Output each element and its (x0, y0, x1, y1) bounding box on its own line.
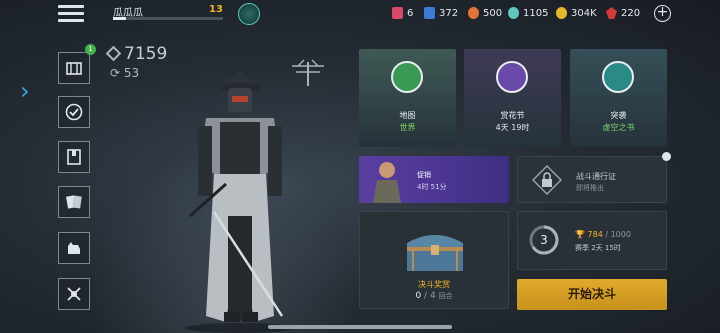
spiral-token-icon (508, 7, 519, 19)
event-timer: 4天 19时 (495, 123, 530, 132)
start-duel-button[interactable]: 开始决斗 (517, 279, 667, 310)
clan-button[interactable] (58, 278, 90, 310)
crossed-swords-icon (67, 287, 81, 301)
menu-button[interactable] (58, 5, 84, 23)
cards-button[interactable] (58, 186, 90, 218)
top-bar: 瓜瓜瓜 13 6 372 500 1105 304K 220 + (0, 0, 720, 28)
battle-pass-card[interactable]: 战斗通行证 即将推出 (517, 156, 667, 203)
resource-tickets[interactable]: 6 (392, 7, 413, 19)
clan-emblem-icon[interactable] (238, 3, 260, 25)
raid-subtitle: 虚空之书 (602, 123, 635, 132)
codex-button[interactable] (58, 141, 90, 173)
power-rating: 7159 (105, 44, 167, 64)
lock-icon (532, 165, 562, 195)
map-tile[interactable]: 地图 世界 (359, 49, 456, 147)
battle-pass-status: 即将推出 (576, 184, 604, 192)
battle-pass-title: 战斗通行证 (576, 172, 616, 181)
event-title: 赏花节 (500, 111, 525, 120)
raid-title: 突袭 (610, 111, 627, 120)
side-panel-arrow-icon[interactable]: › (20, 78, 40, 106)
resource-energy[interactable]: 372 (424, 7, 458, 19)
map-icon (391, 61, 423, 93)
profile-scroll-icon (66, 62, 82, 75)
trophy-icon: 🏆 (575, 230, 585, 239)
character-profile-button[interactable] (58, 52, 90, 84)
notification-badge: 1 (85, 44, 96, 55)
raid-tile[interactable]: 突袭 虚空之书 (570, 49, 667, 147)
flower-event-icon (496, 61, 528, 93)
coin-icon (556, 7, 567, 19)
checkmark-icon (65, 103, 83, 121)
energy-cell-icon (424, 7, 435, 19)
resource-coins[interactable]: 304K (556, 7, 597, 19)
book-icon (67, 149, 81, 165)
ticket-icon (392, 7, 403, 19)
rank-icon: ⟳ (110, 66, 121, 80)
add-currency-button[interactable]: + (654, 5, 671, 22)
small-lock-icon (662, 152, 671, 161)
pets-button[interactable] (58, 232, 90, 264)
character-model[interactable] (170, 66, 310, 333)
resource-spiral-tokens[interactable]: 1105 (508, 7, 548, 19)
cards-icon (66, 195, 82, 209)
gear-token-icon (468, 7, 479, 19)
duel-reward-title: 决斗奖赏 (418, 280, 450, 289)
xp-bar (113, 17, 223, 20)
tasks-button[interactable] (58, 96, 90, 128)
map-subtitle: 世界 (399, 123, 416, 132)
home-indicator (268, 325, 452, 329)
map-title: 地图 (399, 111, 416, 120)
event-tile[interactable]: 赏花节 4天 19时 (464, 49, 561, 147)
duel-reward-progress: 0 / 4 回合 (415, 291, 453, 301)
raid-spiral-icon (602, 61, 634, 93)
season-card[interactable]: 3 🏆 784 / 1000 赛季 2天 15时 (517, 211, 667, 270)
resource-rubies[interactable]: 220 (606, 7, 640, 19)
player-level: 13 (209, 4, 223, 15)
dog-icon (68, 242, 80, 254)
ruby-icon (606, 7, 617, 19)
promo-card[interactable]: 促销 4时 51分 (359, 156, 509, 203)
power-icon (105, 45, 122, 62)
season-timer: 赛季 2天 15时 (575, 244, 621, 252)
duel-reward-card[interactable]: 决斗奖赏 0 / 4 回合 (359, 211, 509, 309)
season-level: 3 (540, 233, 548, 247)
rank-value: ⟳ 53 (110, 66, 140, 80)
season-points: 🏆 784 / 1000 (575, 230, 631, 239)
treasure-chest-icon (407, 235, 463, 271)
resource-gear-tokens[interactable]: 500 (468, 7, 502, 19)
promo-timer: 4时 51分 (417, 183, 447, 191)
promo-title: 促销 (417, 171, 431, 179)
promo-warrior-portrait (373, 162, 401, 203)
xp-bar-fill (113, 17, 127, 20)
